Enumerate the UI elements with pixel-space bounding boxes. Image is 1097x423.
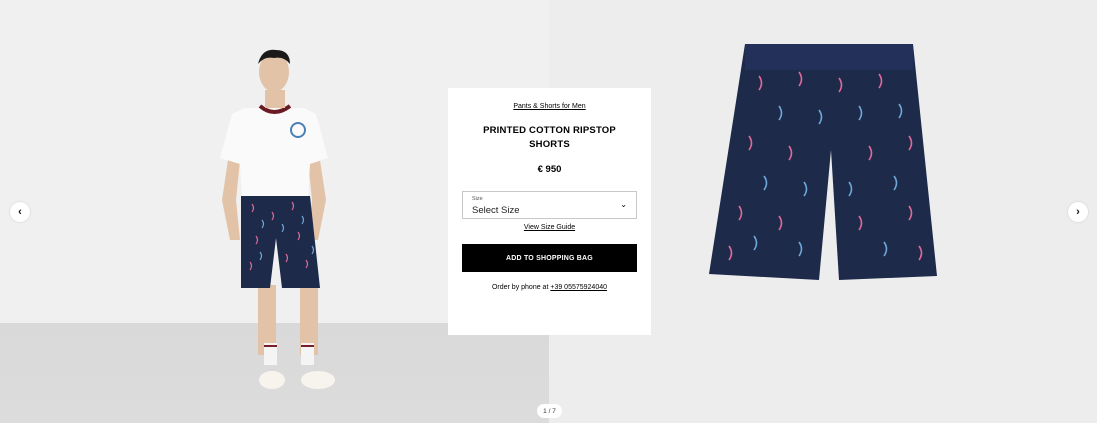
chevron-down-icon: ⌄ <box>620 200 627 209</box>
category-breadcrumb-link[interactable]: Pants & Shorts for Men <box>448 103 651 110</box>
size-guide-link[interactable]: View Size Guide <box>448 224 651 231</box>
chevron-right-icon: › <box>1076 206 1080 218</box>
size-select[interactable]: Size Select Size ⌄ <box>462 191 637 219</box>
order-by-phone: Order by phone at +39 05575924040 <box>448 284 651 291</box>
product-price: € 950 <box>537 164 562 175</box>
gallery-pager: 1 / 7 <box>537 404 562 418</box>
gallery-prev-button[interactable]: ‹ <box>10 202 30 222</box>
product-info-card: Pants & Shorts for Men PRINTED COTTON RI… <box>448 88 651 335</box>
phone-number-link[interactable]: +39 05575924040 <box>550 284 607 291</box>
size-select-label: Size <box>472 196 483 202</box>
chevron-left-icon: ‹ <box>18 206 22 218</box>
order-phone-label: Order by phone at <box>491 284 549 291</box>
gallery-next-button[interactable]: › <box>1068 202 1088 222</box>
size-select-value: Select Size <box>472 205 520 216</box>
add-to-bag-button[interactable]: ADD TO SHOPPING BAG <box>462 244 637 272</box>
product-title: PRINTED COTTON RIPSTOP SHORTS <box>483 125 616 150</box>
